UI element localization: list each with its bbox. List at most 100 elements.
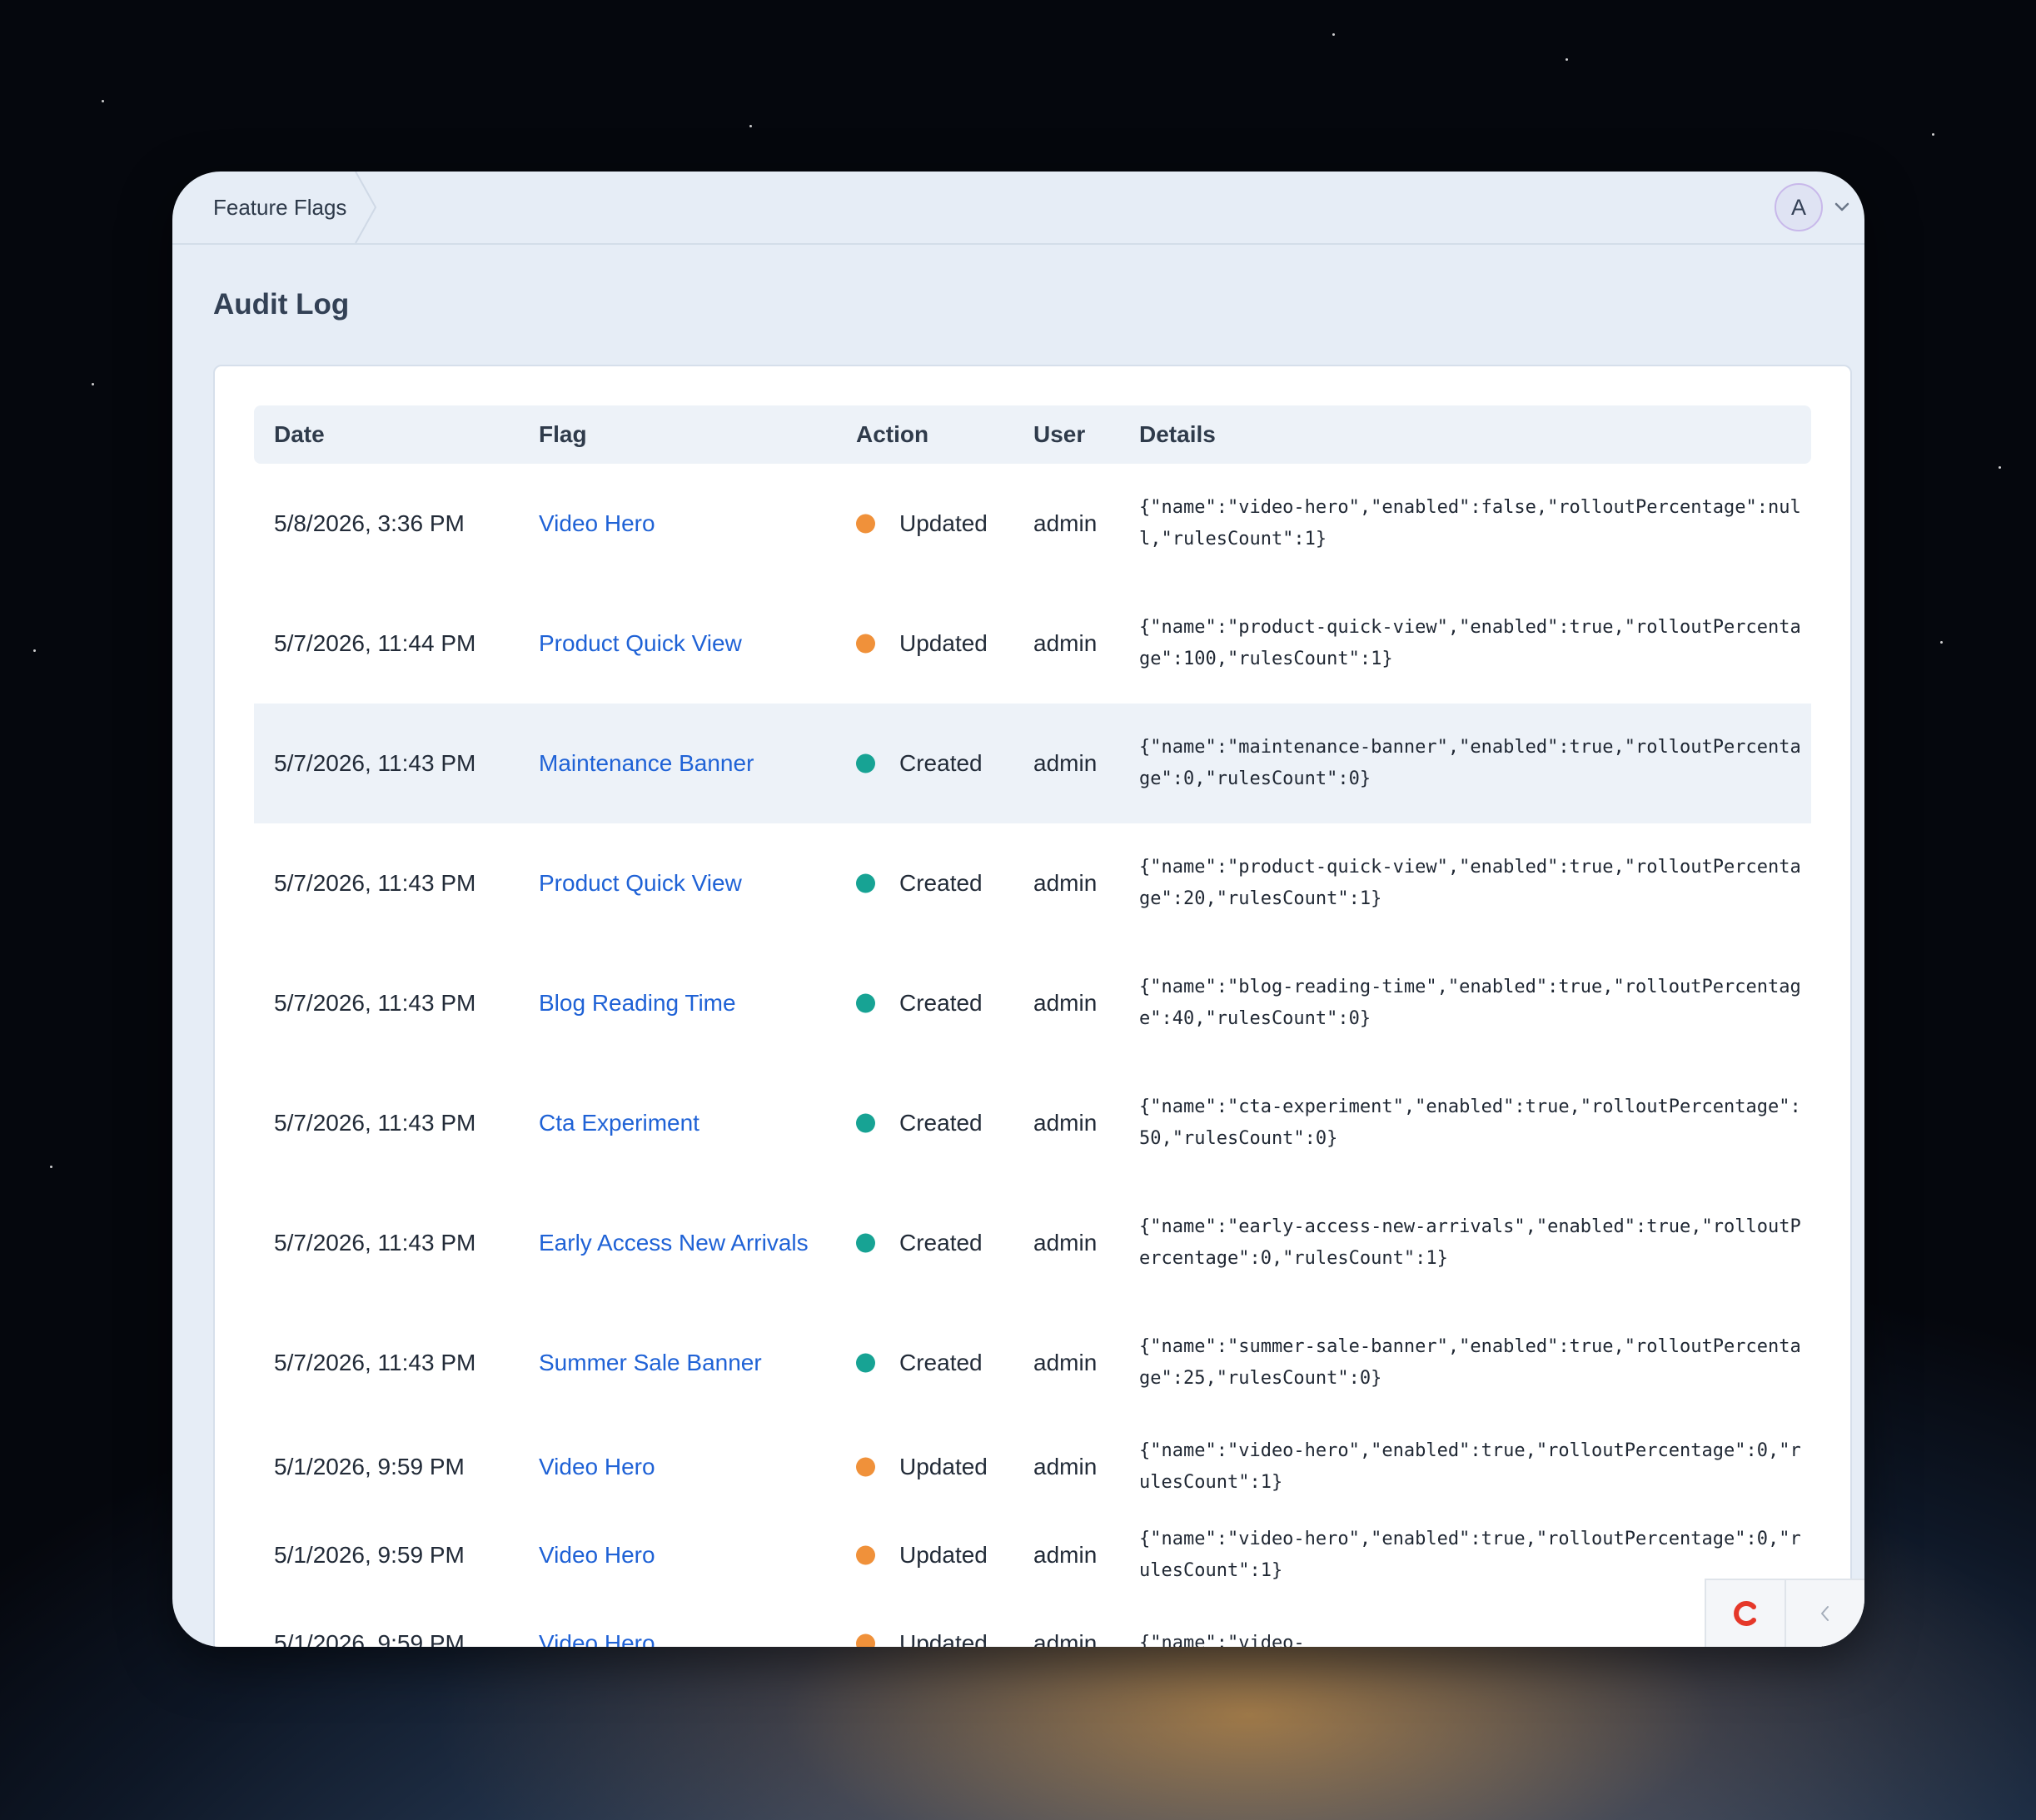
row-action: Created <box>899 1110 983 1136</box>
row-flag-link[interactable]: Summer Sale Banner <box>539 1350 762 1376</box>
status-dot-icon <box>856 993 875 1013</box>
audit-log-table: Date Flag Action User Details 5/8/2026, … <box>254 405 1811 1647</box>
row-user: admin <box>1033 1230 1098 1256</box>
row-user: admin <box>1033 990 1098 1016</box>
row-date: 5/7/2026, 11:43 PM <box>274 870 476 896</box>
row-user: admin <box>1033 1542 1098 1568</box>
breadcrumb-feature-flags[interactable]: Feature Flags <box>172 172 381 243</box>
status-dot-icon <box>856 1545 875 1565</box>
audit-log-card: Date Flag Action User Details 5/8/2026, … <box>213 365 1852 1647</box>
row-user: admin <box>1033 870 1098 896</box>
row-action: Updated <box>899 1542 988 1568</box>
column-header-date: Date <box>274 421 325 447</box>
row-action: Created <box>899 1230 983 1256</box>
status-dot-icon <box>856 753 875 773</box>
status-dot-icon <box>856 1353 875 1373</box>
status-dot-icon <box>856 1233 875 1253</box>
row-flag-link[interactable]: Cta Experiment <box>539 1110 699 1136</box>
table-row[interactable]: 5/7/2026, 11:43 PM Product Quick View Crea… <box>254 823 1811 943</box>
page-title: Audit Log <box>213 288 350 321</box>
star <box>92 383 94 385</box>
row-flag-link[interactable]: Blog Reading Time <box>539 990 736 1017</box>
star <box>1999 466 2001 469</box>
row-date: 5/7/2026, 11:43 PM <box>274 990 476 1016</box>
table-row[interactable]: 5/7/2026, 11:43 PM Cta Experiment Created a… <box>254 1063 1811 1183</box>
row-details: {"name":"video- <box>1139 1633 1305 1647</box>
row-user: admin <box>1033 630 1098 656</box>
row-flag-link[interactable]: Video Hero <box>539 510 655 537</box>
row-action: Updated <box>899 1630 988 1647</box>
table-row[interactable]: 5/7/2026, 11:43 PM Summer Sale Banner Crea… <box>254 1303 1811 1423</box>
table-row[interactable]: 5/7/2026, 11:43 PM Blog Reading Time Creat… <box>254 943 1811 1063</box>
row-details: {"name":"video-hero","enabled":false,"ro… <box>1139 497 1801 549</box>
row-date: 5/7/2026, 11:44 PM <box>274 630 476 656</box>
table-row[interactable]: 5/1/2026, 9:59 PM Video Hero Updated admin {… <box>254 1511 1811 1599</box>
c-logo-icon[interactable] <box>1706 1580 1786 1647</box>
status-dot-icon <box>856 873 875 893</box>
status-dot-icon <box>856 1634 875 1647</box>
star <box>749 125 752 127</box>
column-header-user: User <box>1033 421 1086 447</box>
row-flag-link[interactable]: Video Hero <box>539 1454 655 1480</box>
row-action: Created <box>899 750 983 776</box>
row-details: {"name":"product-quick-view","enabled":t… <box>1139 617 1801 669</box>
row-action: Created <box>899 870 983 896</box>
row-flag-link[interactable]: Video Hero <box>539 1542 655 1569</box>
table-row[interactable]: 5/7/2026, 11:43 PM Early Access New Arriv… <box>254 1183 1811 1303</box>
table-row[interactable]: 5/1/2026, 9:59 PM Video Hero Updated admin {… <box>254 1423 1811 1511</box>
row-user: admin <box>1033 1110 1098 1136</box>
status-dot-icon <box>856 514 875 534</box>
table-row[interactable]: 5/8/2026, 3:36 PM Video Hero Updated admin {… <box>254 464 1811 584</box>
floating-widget <box>1705 1579 1864 1647</box>
row-flag-link[interactable]: Video Hero <box>539 1630 655 1647</box>
app-window: Feature Flags A Audit Log Date Flag Acti… <box>172 172 1864 1647</box>
row-details: {"name":"video-hero","enabled":true,"rol… <box>1139 1440 1801 1493</box>
row-action: Updated <box>899 630 988 656</box>
row-user: admin <box>1033 1350 1098 1375</box>
row-details: {"name":"video-hero","enabled":true,"rol… <box>1139 1529 1801 1581</box>
table-row[interactable]: 5/1/2026, 9:59 PM Video Hero Updated admin {… <box>254 1599 1811 1647</box>
avatar-initial: A <box>1790 194 1806 220</box>
chevron-down-icon[interactable] <box>1833 198 1851 216</box>
table-body: 5/8/2026, 3:36 PM Video Hero Updated admin {… <box>254 464 1811 1647</box>
row-date: 5/7/2026, 11:43 PM <box>274 750 476 776</box>
status-dot-icon <box>856 1113 875 1133</box>
row-details: {"name":"cta-experiment","enabled":true,… <box>1139 1096 1801 1149</box>
star <box>1932 133 1934 136</box>
column-header-details: Details <box>1139 421 1216 447</box>
row-date: 5/7/2026, 11:43 PM <box>274 1110 476 1136</box>
chevron-left-icon[interactable] <box>1786 1580 1864 1647</box>
row-date: 5/1/2026, 9:59 PM <box>274 1542 465 1568</box>
table-row[interactable]: 5/7/2026, 11:44 PM Product Quick View Upda… <box>254 584 1811 704</box>
star <box>102 100 104 102</box>
row-action: Updated <box>899 1454 988 1479</box>
row-date: 5/1/2026, 9:59 PM <box>274 1454 465 1479</box>
row-action: Created <box>899 990 983 1016</box>
row-date: 5/1/2026, 9:59 PM <box>274 1630 465 1647</box>
row-flag-link[interactable]: Early Access New Arrivals <box>539 1230 809 1256</box>
row-details: {"name":"product-quick-view","enabled":t… <box>1139 857 1801 909</box>
row-flag-link[interactable]: Maintenance Banner <box>539 750 754 777</box>
row-details: {"name":"blog-reading-time","enabled":tr… <box>1139 977 1801 1029</box>
status-dot-icon <box>856 1457 875 1477</box>
row-user: admin <box>1033 1630 1098 1647</box>
status-dot-icon <box>856 634 875 654</box>
row-flag-link[interactable]: Product Quick View <box>539 630 742 657</box>
row-details: {"name":"maintenance-banner","enabled":t… <box>1139 737 1801 789</box>
star <box>1566 58 1568 61</box>
row-action: Updated <box>899 510 988 536</box>
user-avatar[interactable]: A <box>1775 183 1823 231</box>
row-user: admin <box>1033 510 1098 536</box>
row-date: 5/7/2026, 11:43 PM <box>274 1350 476 1375</box>
column-header-action: Action <box>856 421 929 447</box>
table-row[interactable]: 5/7/2026, 11:43 PM Maintenance Banner Crea… <box>254 704 1811 823</box>
breadcrumb-label: Feature Flags <box>213 194 347 220</box>
top-bar: Feature Flags A <box>172 172 1864 245</box>
row-user: admin <box>1033 750 1098 776</box>
row-action: Created <box>899 1350 983 1375</box>
row-flag-link[interactable]: Product Quick View <box>539 870 742 897</box>
row-date: 5/8/2026, 3:36 PM <box>274 510 465 536</box>
column-header-flag: Flag <box>539 421 587 447</box>
row-details: {"name":"early-access-new-arrivals","ena… <box>1139 1216 1801 1269</box>
star <box>50 1166 52 1168</box>
